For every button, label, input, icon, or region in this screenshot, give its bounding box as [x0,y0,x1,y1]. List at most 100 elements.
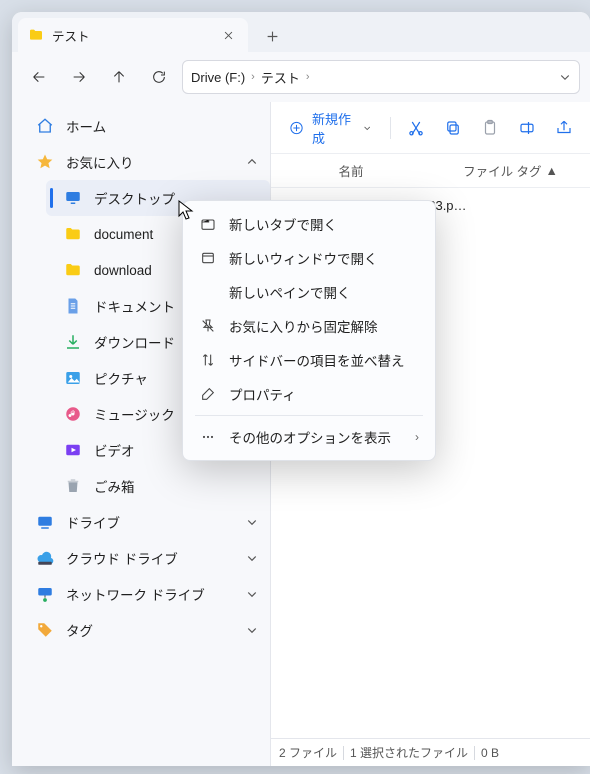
breadcrumb-segment[interactable]: Drive (F:) [191,70,245,85]
navbar: Drive (F:) › テスト › [12,52,590,102]
sidebar-item-favorites[interactable]: お気に入り [18,144,270,180]
ctx-open-new-window[interactable]: 新しいウィンドウで開く [189,241,429,275]
share-button[interactable] [549,111,580,145]
download-icon [64,333,82,351]
copy-button[interactable] [438,111,469,145]
breadcrumb[interactable]: Drive (F:) › テスト › [182,60,580,94]
drive-icon [36,513,54,531]
chevron-right-icon: › [251,71,255,83]
ctx-label: お気に入りから固定解除 [229,316,378,336]
status-count: 2 ファイル [279,744,337,761]
sidebar-item-network[interactable]: ネットワーク ドライブ [18,576,270,612]
tab-icon [199,215,217,233]
folder-icon [64,225,82,243]
sort-asc-icon: ▲ [546,164,558,178]
reorder-icon [199,351,217,369]
sidebar-label: お気に入り [66,152,134,172]
separator [343,746,344,760]
ctx-label: 新しいウィンドウで開く [229,248,378,268]
chevron-down-icon[interactable] [246,552,258,564]
sidebar-label: document [94,227,153,242]
paste-button[interactable] [475,111,506,145]
new-button[interactable]: 新規作成 [281,111,380,145]
ctx-label: 新しいタブで開く [229,214,337,234]
breadcrumb-segment[interactable]: テスト [261,68,300,87]
ctx-label: その他のオプションを表示 [229,427,391,447]
sidebar-label: ごみ箱 [94,476,135,496]
ctx-label: プロパティ [229,384,296,404]
status-bar: 2 ファイル 1 選択されたファイル 0 B [271,738,590,766]
sidebar-item-trash[interactable]: ごみ箱 [46,468,270,504]
chevron-down-icon[interactable] [246,516,258,528]
sidebar-item-home[interactable]: ホーム [18,108,270,144]
breadcrumb-expand-button[interactable] [559,71,571,83]
context-menu: 新しいタブで開く 新しいウィンドウで開く 新しいペインで開く お気に入りから固定… [182,200,436,461]
folder-icon [64,261,82,279]
chevron-up-icon[interactable] [246,156,258,168]
network-icon [36,585,54,603]
sidebar-label: ミュージック [94,404,175,424]
chevron-right-icon: › [306,71,310,83]
back-button[interactable] [22,60,56,94]
sidebar-label: クラウド ドライブ [66,548,178,568]
video-icon [64,441,82,459]
column-headers: 名前 ファイル タグ▲ [271,154,590,188]
ctx-reorder-sidebar[interactable]: サイドバーの項目を並べ替え [189,343,429,377]
sidebar-label: ホーム [66,116,106,136]
chevron-down-icon[interactable] [246,588,258,600]
ctx-properties[interactable]: プロパティ [189,377,429,411]
ctx-open-new-tab[interactable]: 新しいタブで開く [189,207,429,241]
window-icon [199,249,217,267]
more-icon [199,428,217,446]
separator [195,415,423,416]
tab-active[interactable]: テスト [18,18,248,52]
separator [390,117,391,139]
status-selected: 1 選択されたファイル [350,744,468,761]
ctx-more-options[interactable]: その他のオプションを表示 › [189,420,429,454]
home-icon [36,117,54,135]
separator [474,746,475,760]
sidebar-label: ドキュメント [94,296,175,316]
rename-button[interactable] [512,111,543,145]
tab-title: テスト [52,26,90,45]
sidebar-label: ドライブ [66,512,120,532]
up-button[interactable] [102,60,136,94]
chevron-right-icon: › [415,430,419,444]
sidebar-label: デスクトップ [94,188,175,208]
folder-icon [28,27,44,43]
sidebar-label: ピクチャ [94,368,148,388]
column-filetag[interactable]: ファイル タグ▲ [431,161,590,180]
refresh-button[interactable] [142,60,176,94]
star-icon [36,153,54,171]
sidebar-label: タグ [66,620,93,640]
chevron-down-icon[interactable] [246,624,258,636]
ctx-label: サイドバーの項目を並べ替え [229,350,405,370]
ctx-open-new-pane[interactable]: 新しいペインで開く [189,275,429,309]
unpin-icon [199,317,217,335]
sidebar-item-drive[interactable]: ドライブ [18,504,270,540]
column-name[interactable]: 名前 [271,161,431,180]
trash-icon [64,477,82,495]
ctx-label: 新しいペインで開く [229,282,351,302]
tag-icon [36,621,54,639]
sidebar-item-cloud[interactable]: クラウド ドライブ [18,540,270,576]
sidebar-label: ネットワーク ドライブ [66,584,205,604]
close-tab-button[interactable] [218,25,238,45]
cut-button[interactable] [401,111,432,145]
command-bar: 新規作成 [271,102,590,154]
cloud-icon [36,549,54,567]
properties-icon [199,385,217,403]
tabstrip: テスト [12,12,590,52]
sidebar-label: ダウンロード [94,332,175,352]
sidebar-item-tags[interactable]: タグ [18,612,270,648]
forward-button[interactable] [62,60,96,94]
music-icon [64,405,82,423]
sidebar-label: ビデオ [94,440,135,460]
document-icon [64,297,82,315]
picture-icon [64,369,82,387]
ctx-unpin-favorite[interactable]: お気に入りから固定解除 [189,309,429,343]
sidebar-label: download [94,263,152,278]
new-tab-button[interactable] [256,20,288,52]
new-button-label: 新規作成 [312,109,355,147]
status-size: 0 B [481,746,499,760]
